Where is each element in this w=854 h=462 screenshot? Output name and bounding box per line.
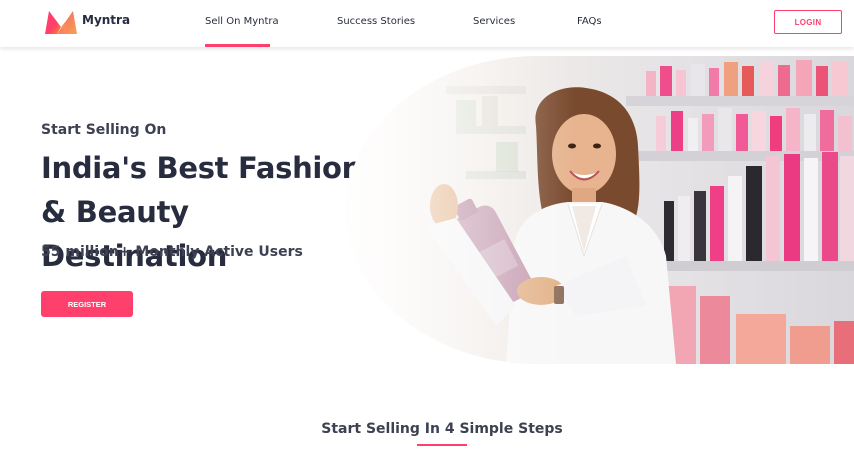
seller-photo-icon — [346, 56, 854, 364]
top-header: Myntra Sell On Myntra Success Stories Se… — [0, 0, 854, 47]
hero-users-stat: 55 million+ Monthly Active Users — [41, 244, 303, 260]
steps-title-underline — [417, 444, 467, 446]
nav-faqs[interactable]: FAQs — [577, 16, 602, 27]
nav-services[interactable]: Services — [473, 16, 515, 27]
nav-success-stories[interactable]: Success Stories — [337, 16, 415, 27]
register-button[interactable]: REGISTER — [41, 291, 133, 317]
steps-section-title: Start Selling In 4 Simple Steps — [321, 421, 563, 437]
hero-subtitle: Start Selling On — [41, 122, 167, 138]
nav-sell-on-myntra[interactable]: Sell On Myntra — [205, 16, 279, 27]
brand-name: Myntra — [82, 13, 131, 27]
active-nav-indicator — [205, 44, 270, 47]
myntra-logo-icon[interactable] — [43, 9, 79, 35]
hero-image — [346, 56, 854, 364]
login-button[interactable]: LOGIN — [774, 10, 842, 34]
